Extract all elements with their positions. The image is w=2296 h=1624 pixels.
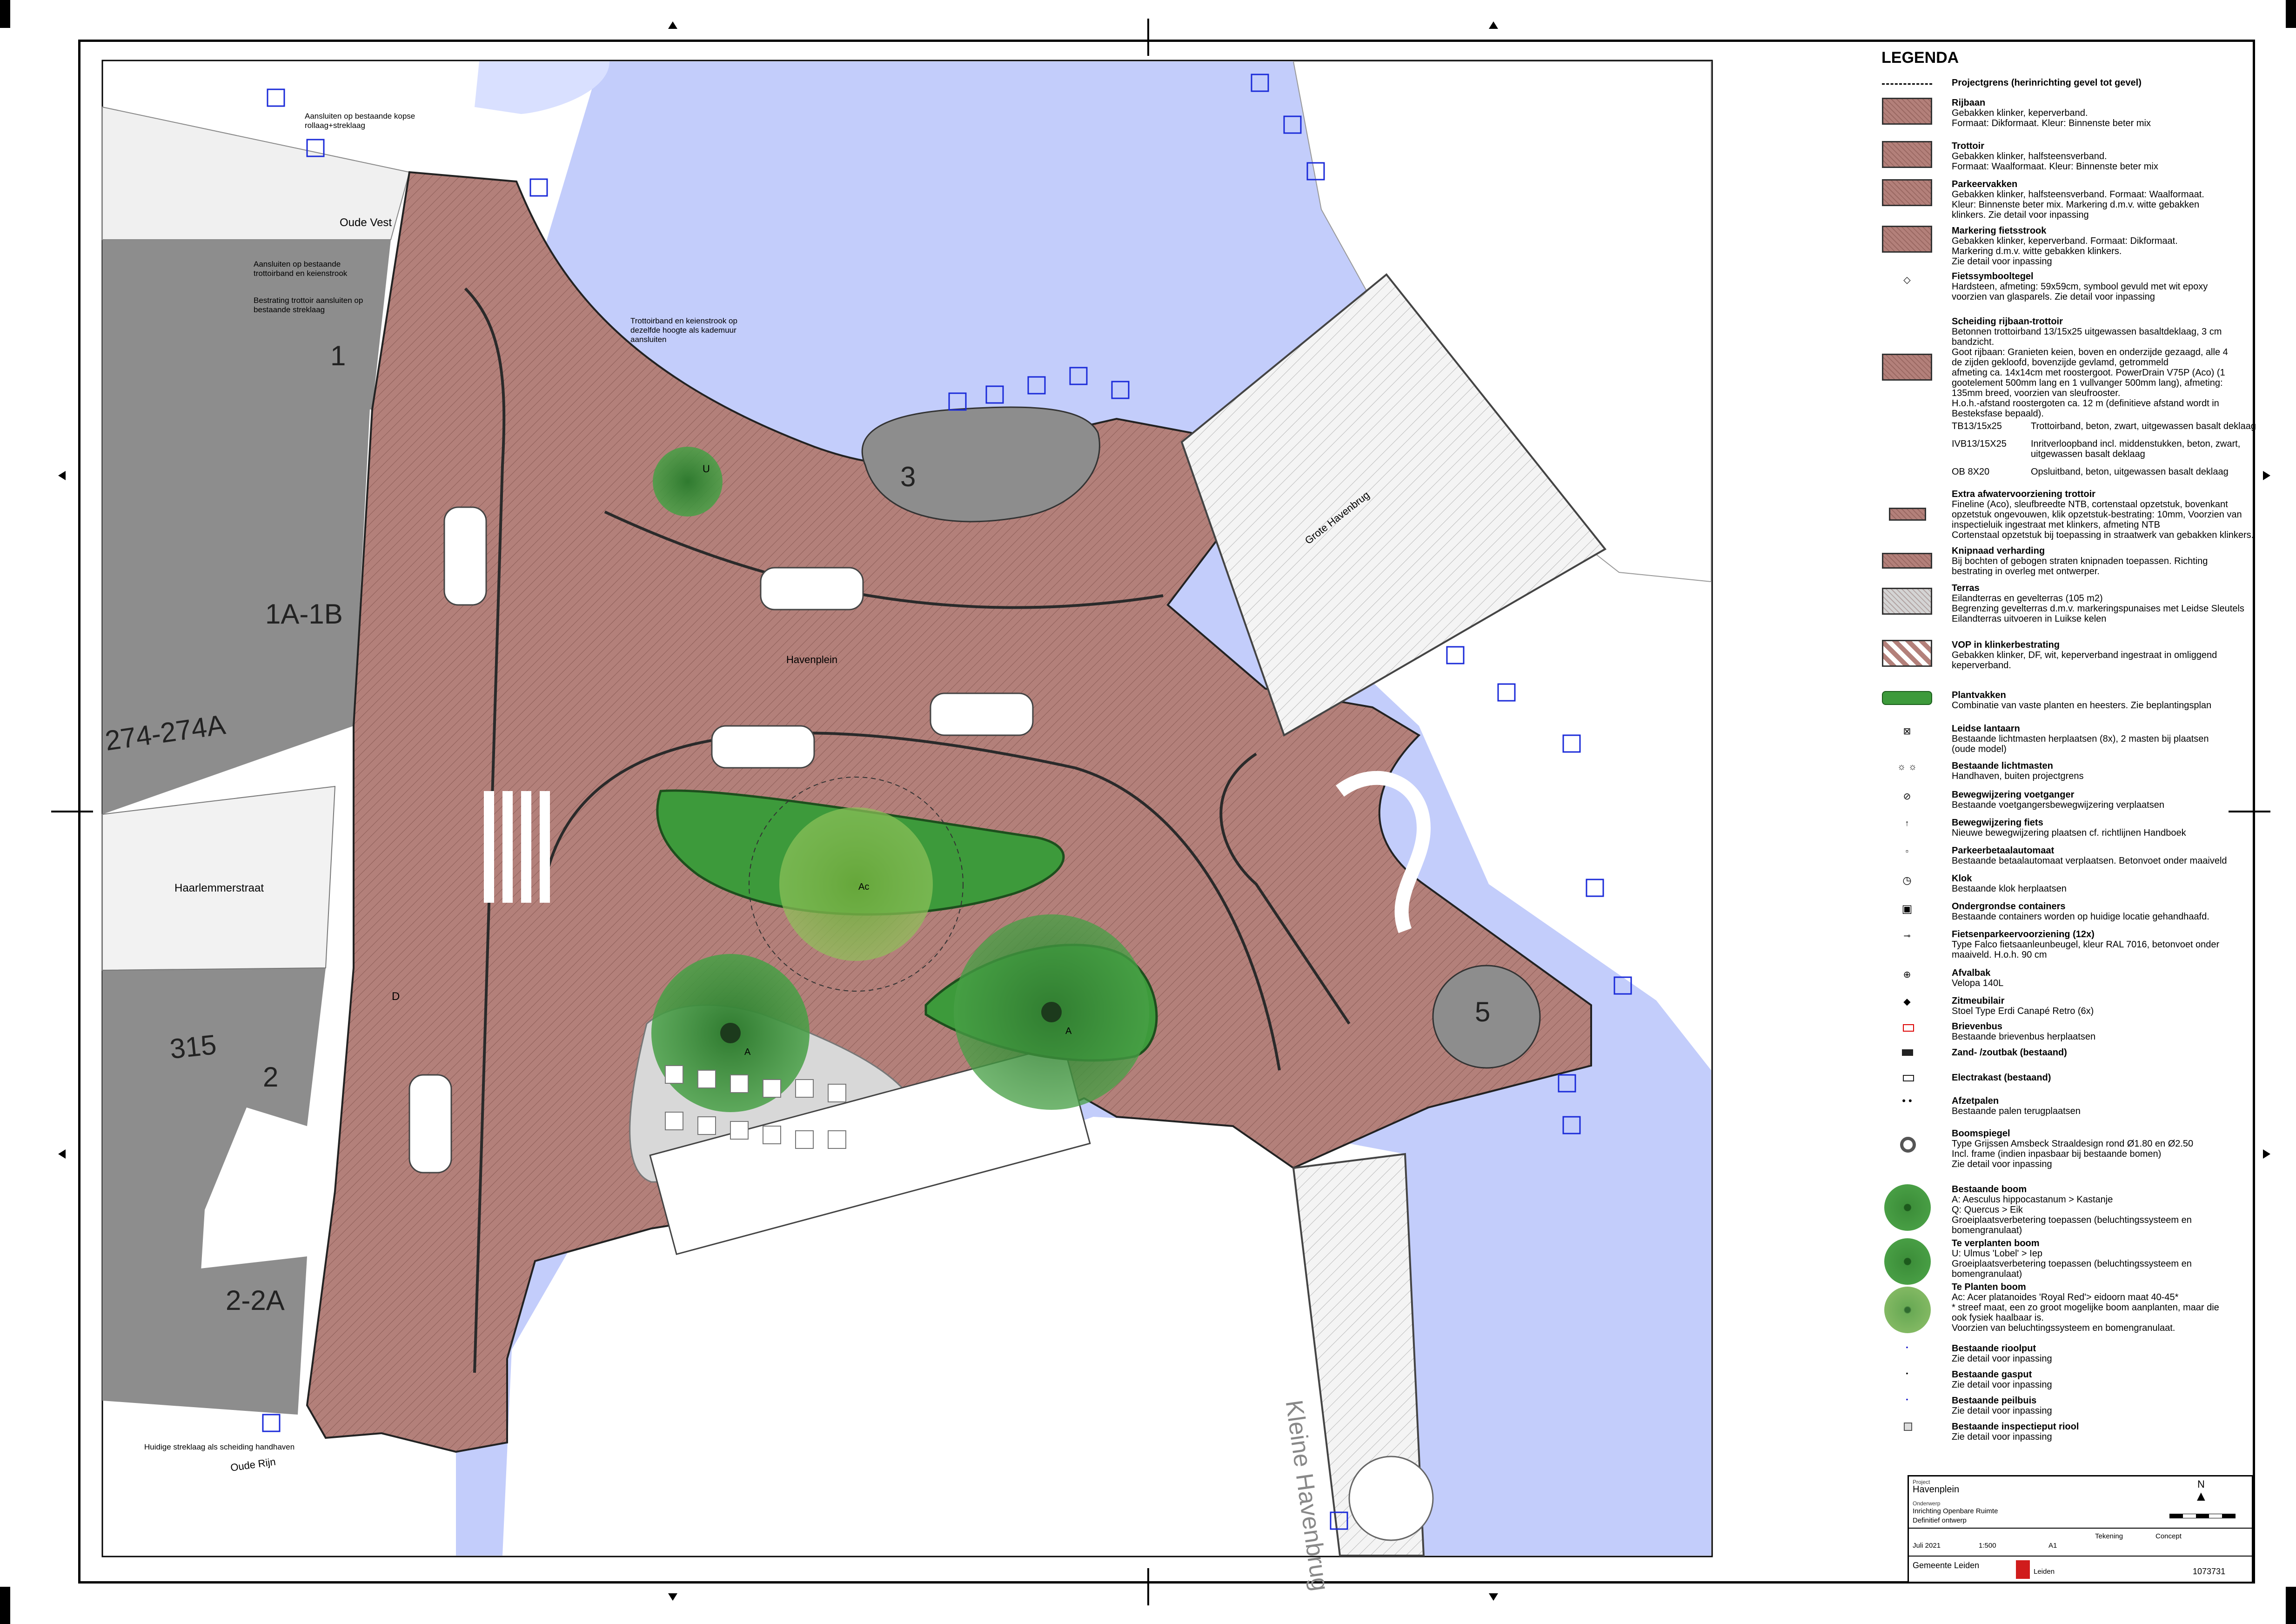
fietssymbool-icon: ◇ (1903, 275, 1911, 285)
lot-1: 1 (330, 340, 346, 371)
brievenbus-icon (1903, 1024, 1914, 1032)
container-icon: ▣ (1901, 903, 1913, 915)
fiets-sign-icon: ↑ (1905, 819, 1909, 828)
drawing-type: Tekening (2095, 1532, 2123, 1540)
afzetpaal-icon: • • (1902, 1095, 1912, 1107)
boomspiegel-icon (1900, 1137, 1916, 1153)
rioolput-icon: • (1906, 1343, 1908, 1351)
bestaande-boom-icon (1884, 1184, 1931, 1231)
terras-swatch (1882, 588, 1932, 615)
title-block: Project Havenplein Onderwerp Inrichting … (1908, 1475, 2255, 1583)
street-havenplein: Havenplein (786, 654, 838, 665)
zoutbak-icon (1902, 1049, 1913, 1056)
lot-1a-1b: 1A-1B (265, 598, 343, 630)
island-3-number: 3 (900, 461, 916, 492)
parkeervakken-swatch (1882, 179, 1932, 206)
drawing-number: 1073731 (2193, 1567, 2226, 1576)
fietsstrook-swatch (1882, 226, 1932, 253)
betaalautomaat-icon: ▫ (1905, 846, 1909, 856)
note-kopse-rollaag: Aansluiten op bestaande kopse rollaag+st… (305, 112, 415, 130)
lot-315: 315 (168, 1028, 218, 1065)
sidewalk-haarlemmerstraat (102, 785, 336, 971)
afvalbak-icon: ⊕ (1903, 970, 1911, 980)
planten-boom-icon (1884, 1287, 1931, 1333)
note-trottoirband: Aansluiten op bestaande trottoirband en … (254, 260, 348, 278)
island-5-number: 5 (1475, 996, 1491, 1027)
zitmeubilair-icon: ◆ (1903, 997, 1911, 1007)
tree-label-a1: A (744, 1047, 751, 1057)
voetganger-sign-icon: ⊘ (1903, 792, 1911, 802)
status-concept: Concept (2155, 1532, 2182, 1540)
projectgrens-line-symbol (1882, 83, 1932, 85)
tree-label-u: U (703, 463, 710, 475)
tree-label-a2: A (1065, 1026, 1072, 1036)
scale: 1:500 (1979, 1542, 1996, 1550)
north-arrow-icon: ▲ (2194, 1489, 2208, 1504)
afwatering-swatch (1889, 508, 1926, 521)
tree-label-ac: Ac (858, 882, 870, 892)
lot-2-2a: 2-2A (226, 1285, 285, 1316)
verplanten-boom-icon (1884, 1238, 1931, 1285)
lichtmast-icon: ☼ ☼ (1897, 762, 1917, 772)
tree-ac (779, 807, 933, 961)
fietsbeugel-icon: ⊸ (1903, 931, 1911, 940)
trottoir-swatch (1882, 141, 1932, 168)
rijbaan-swatch (1882, 98, 1932, 125)
gasput-icon: • (1906, 1369, 1908, 1377)
legend-panel: LEGENDA Projectgrens (herinrichting geve… (1881, 49, 2256, 1442)
north-arrow-label: N (2197, 1478, 2205, 1490)
org-sub: Leiden (2034, 1568, 2055, 1576)
street-haarlemmerstraat: Haarlemmerstraat (174, 882, 264, 894)
scheiding-swatch (1882, 354, 1932, 381)
date: Juli 2021 (1913, 1542, 1941, 1550)
electrakast-icon (1903, 1075, 1914, 1081)
note-huidige-streklaag: Huidige streklaag als scheiding handhave… (144, 1443, 295, 1451)
status: Definitief ontwerp (1913, 1517, 1967, 1524)
legend-title: LEGENDA (1881, 49, 1959, 67)
note-streklaag: Bestrating trottoir aansluiten op bestaa… (254, 296, 363, 314)
lantaarn-icon: ⊠ (1903, 726, 1911, 737)
subject: Inrichting Openbare Ruimte (1913, 1507, 1998, 1515)
inspectieput-icon (1904, 1423, 1912, 1431)
note-kademuur: Trottoirband en keienstrook op dezelfde … (630, 316, 737, 344)
tree-label-d: D (392, 990, 400, 1003)
tree-u (653, 447, 723, 517)
lot-2: 2 (263, 1061, 279, 1093)
leiden-logo (2016, 1560, 2030, 1579)
building-block-2 (102, 1256, 307, 1415)
org-name: Gemeente Leiden (1913, 1561, 1980, 1570)
street-oude-vest: Oude Vest (340, 216, 392, 229)
project-name: Havenplein (1913, 1484, 1960, 1495)
knipnaad-swatch (1882, 553, 1932, 569)
peilbuis-icon: • (1906, 1396, 1908, 1403)
plantvak-swatch (1882, 691, 1932, 705)
subject-label: Onderwerp (1913, 1500, 1941, 1507)
klok-icon: ◷ (1902, 874, 1912, 886)
scale-bar (2169, 1514, 2236, 1518)
vop-swatch (1882, 640, 1932, 667)
format: A1 (2048, 1542, 2057, 1550)
